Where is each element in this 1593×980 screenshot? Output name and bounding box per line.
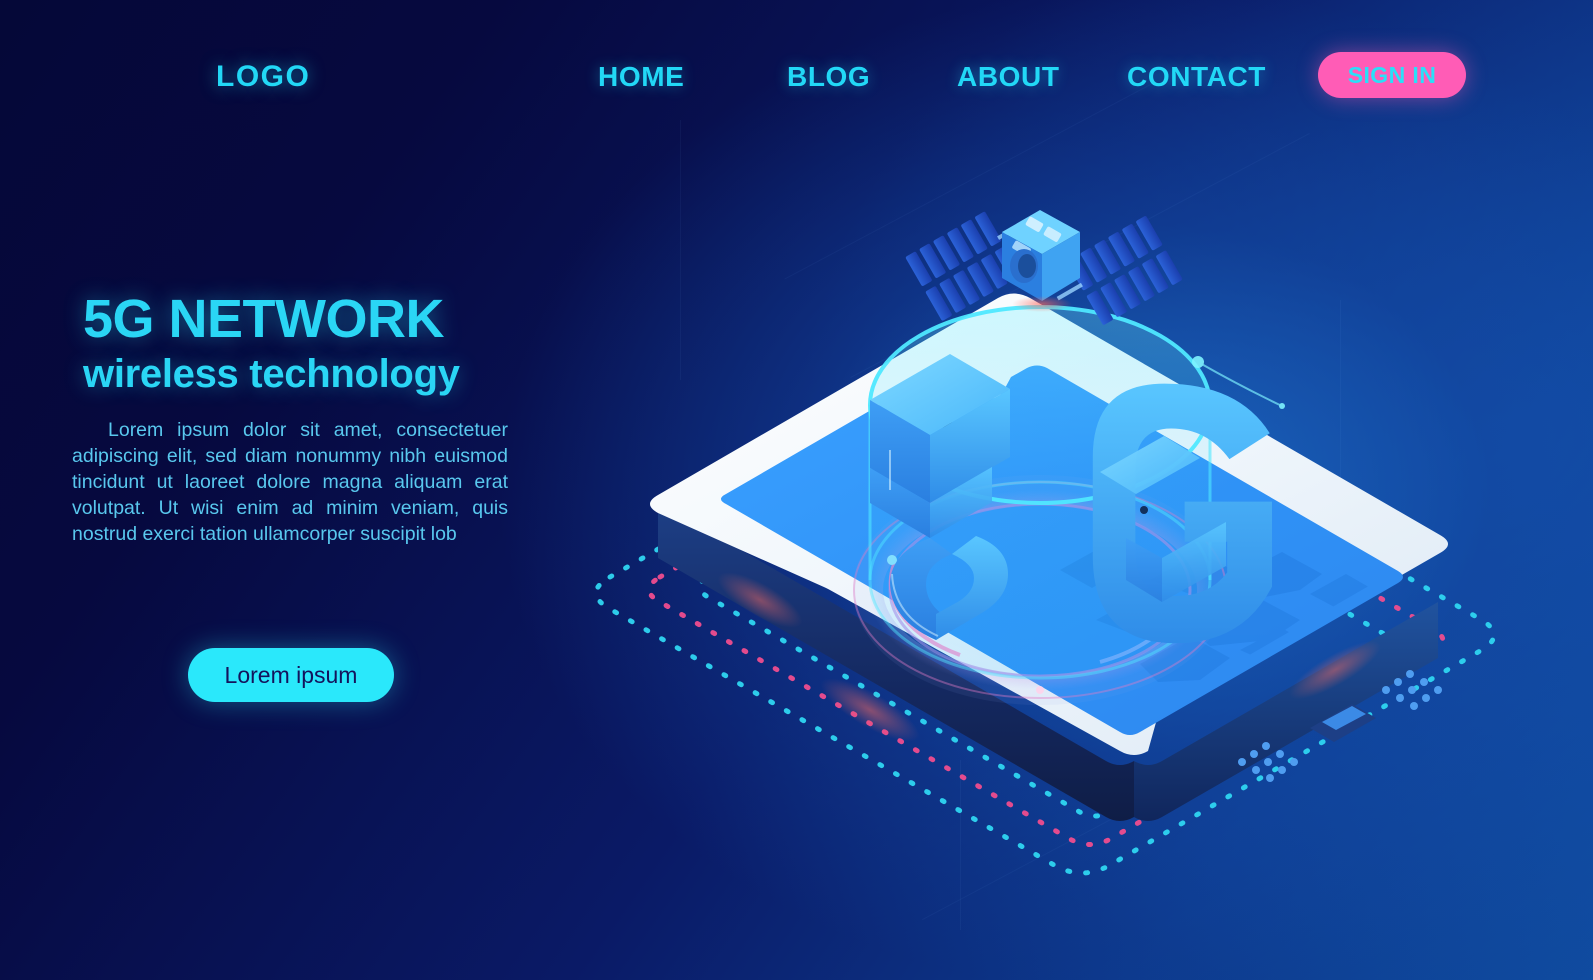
top-navigation: LOGO HOME BLOG ABOUT CONTACT SIGN IN <box>0 0 1593 150</box>
hero-background: LOGO HOME BLOG ABOUT CONTACT SIGN IN 5G … <box>0 0 1593 980</box>
hero-subtitle: wireless technology <box>83 352 460 396</box>
nav-item-home[interactable]: HOME <box>598 61 684 93</box>
nav-item-contact[interactable]: CONTACT <box>1127 61 1266 93</box>
cta-button[interactable]: Lorem ipsum <box>188 648 394 702</box>
satellite-body <box>1002 210 1080 301</box>
nav-item-blog[interactable]: BLOG <box>787 61 870 93</box>
site-logo[interactable]: LOGO <box>216 60 310 94</box>
nav-item-about[interactable]: ABOUT <box>957 61 1060 93</box>
isometric-illustration <box>540 150 1540 950</box>
hero-title: 5G NETWORK <box>83 289 445 349</box>
hero-paragraph: Lorem ipsum dolor sit amet, consectetuer… <box>72 419 508 545</box>
sign-in-button[interactable]: SIGN IN <box>1318 52 1466 98</box>
